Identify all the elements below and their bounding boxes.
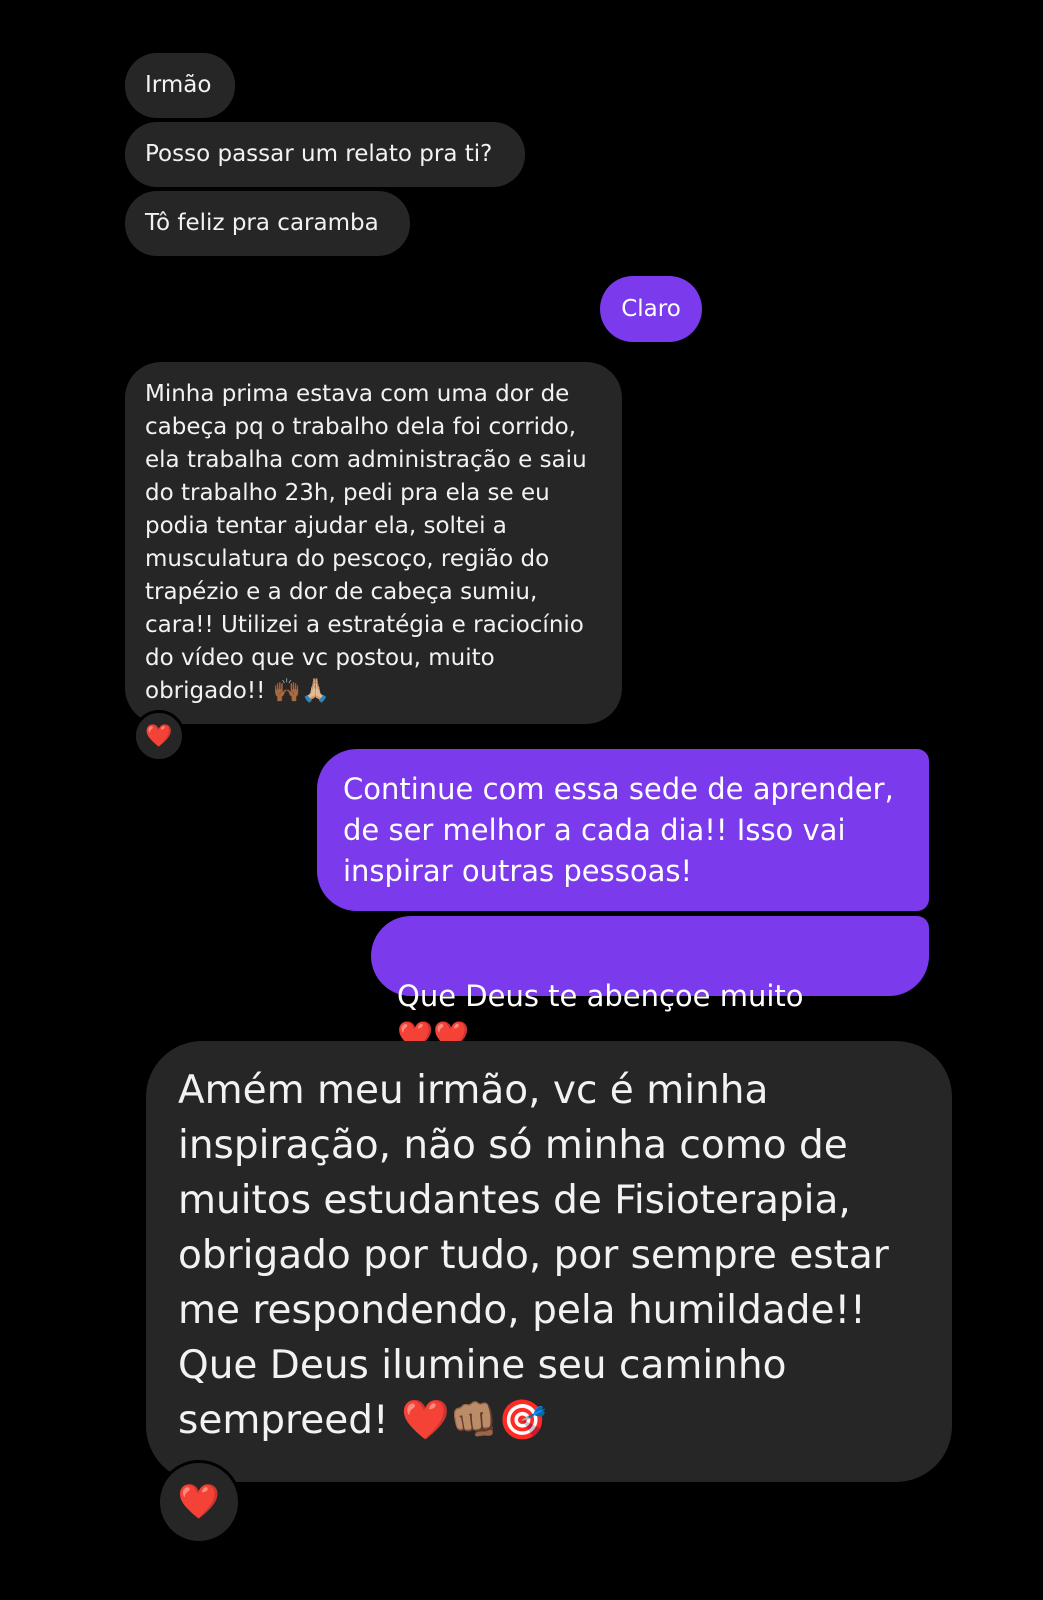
message-bubble-incoming[interactable]: Irmão [125,53,235,118]
heart-reaction-icon[interactable]: ❤️ [133,710,185,762]
message-text: Que Deus te abençoe muito [397,979,804,1013]
message-bubble-incoming[interactable]: Tô feliz pra caramba [125,191,410,256]
message-bubble-outgoing[interactable]: Claro [600,276,702,342]
message-bubble-outgoing[interactable]: Continue com essa sede de aprender, de s… [317,749,929,911]
message-bubble-outgoing[interactable]: Que Deus te abençoe muito ❤️❤️ [371,916,929,1053]
chat-thread: Irmão Posso passar um relato pra ti? Tô … [0,0,1043,1600]
message-bubble-incoming[interactable]: Amém meu irmão, vc é minha inspiração, n… [146,1041,952,1482]
heart-reaction-icon[interactable]: ❤️ [157,1460,241,1544]
message-bubble-incoming[interactable]: Posso passar um relato pra ti? [125,122,525,187]
message-bubble-incoming[interactable]: Minha prima estava com uma dor de cabeça… [125,362,622,724]
